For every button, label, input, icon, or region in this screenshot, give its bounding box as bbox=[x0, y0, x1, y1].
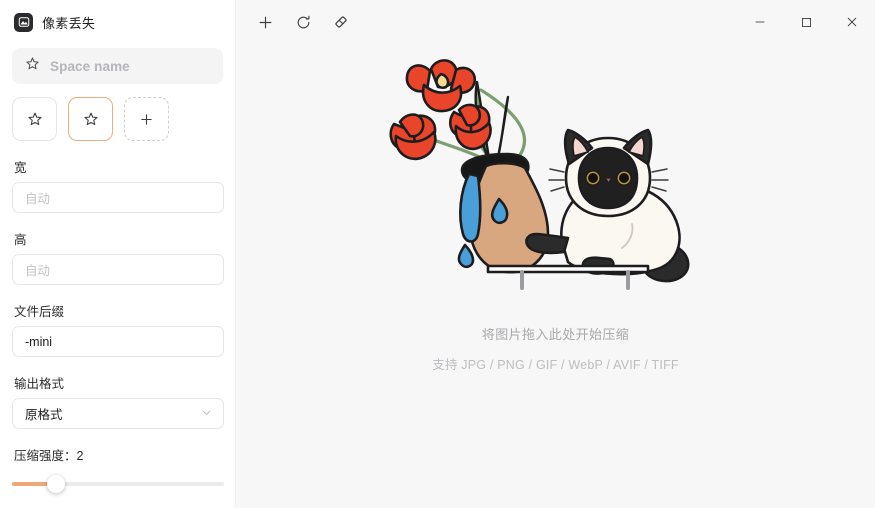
height-input[interactable]: 自动 bbox=[12, 254, 224, 285]
width-label: 宽 bbox=[14, 161, 27, 175]
refresh-icon bbox=[297, 15, 309, 28]
app-window: 像素丢失 Space name 宽 自动 高 自动 文件后缀 -mini 输出格… bbox=[0, 0, 875, 508]
compression-label: 压缩强度：2 bbox=[12, 445, 223, 464]
app-title: 像素丢失 bbox=[42, 15, 96, 31]
suffix-label: 文件后缀 bbox=[14, 305, 65, 319]
suffix-value: -mini bbox=[25, 334, 53, 349]
app-header: 像素丢失 bbox=[12, 0, 223, 44]
clear-button[interactable] bbox=[324, 7, 358, 37]
space-chip-list bbox=[12, 97, 223, 141]
suffix-input[interactable]: -mini bbox=[12, 326, 224, 357]
sidebar: 像素丢失 Space name 宽 自动 高 自动 文件后缀 -mini 输出格… bbox=[0, 0, 236, 508]
drop-zone[interactable]: 将图片拖入此处开始压缩 支持 JPG / PNG / GIF / WebP / … bbox=[236, 44, 875, 508]
space-chip-1[interactable] bbox=[12, 97, 57, 141]
width-input[interactable]: 自动 bbox=[12, 182, 224, 213]
chevron-down-icon bbox=[200, 406, 213, 422]
drop-subtitle: 支持 JPG / PNG / GIF / WebP / AVIF / TIFF bbox=[432, 358, 679, 372]
main-panel: 将图片拖入此处开始压缩 支持 JPG / PNG / GIF / WebP / … bbox=[236, 0, 875, 508]
compression-slider[interactable] bbox=[12, 475, 224, 493]
width-placeholder: 自动 bbox=[25, 192, 51, 206]
eraser-icon bbox=[335, 16, 347, 28]
compression-label-text: 压缩强度： bbox=[14, 449, 77, 463]
refresh-button[interactable] bbox=[286, 7, 320, 37]
star-icon bbox=[83, 112, 98, 126]
compression-value: 2 bbox=[76, 449, 84, 463]
image-mountain-icon bbox=[14, 12, 33, 32]
add-button[interactable] bbox=[248, 7, 282, 37]
window-controls bbox=[737, 0, 875, 44]
slider-thumb[interactable] bbox=[46, 475, 65, 493]
maximize-icon bbox=[801, 17, 811, 27]
height-label: 高 bbox=[14, 233, 27, 247]
plus-icon bbox=[141, 113, 152, 125]
star-icon bbox=[25, 56, 40, 76]
star-icon bbox=[27, 112, 42, 126]
cat-and-spilled-vase-illustration bbox=[388, 59, 689, 290]
space-chip-2[interactable] bbox=[68, 97, 113, 141]
space-name-placeholder: Space name bbox=[50, 58, 130, 74]
close-icon bbox=[847, 17, 857, 27]
maximize-button[interactable] bbox=[783, 0, 829, 44]
format-value: 原格式 bbox=[25, 408, 63, 422]
format-label: 输出格式 bbox=[14, 377, 65, 391]
space-chip-add[interactable] bbox=[124, 97, 169, 141]
toolbar bbox=[236, 7, 358, 37]
minimize-button[interactable] bbox=[737, 0, 783, 44]
titlebar bbox=[236, 0, 875, 44]
close-button[interactable] bbox=[829, 0, 875, 44]
plus-icon bbox=[259, 16, 271, 28]
minimize-icon bbox=[755, 21, 765, 23]
height-placeholder: 自动 bbox=[25, 264, 51, 278]
drop-title: 将图片拖入此处开始压缩 bbox=[481, 327, 630, 342]
space-name-input[interactable]: Space name bbox=[12, 48, 223, 84]
format-select[interactable]: 原格式 bbox=[12, 398, 224, 429]
